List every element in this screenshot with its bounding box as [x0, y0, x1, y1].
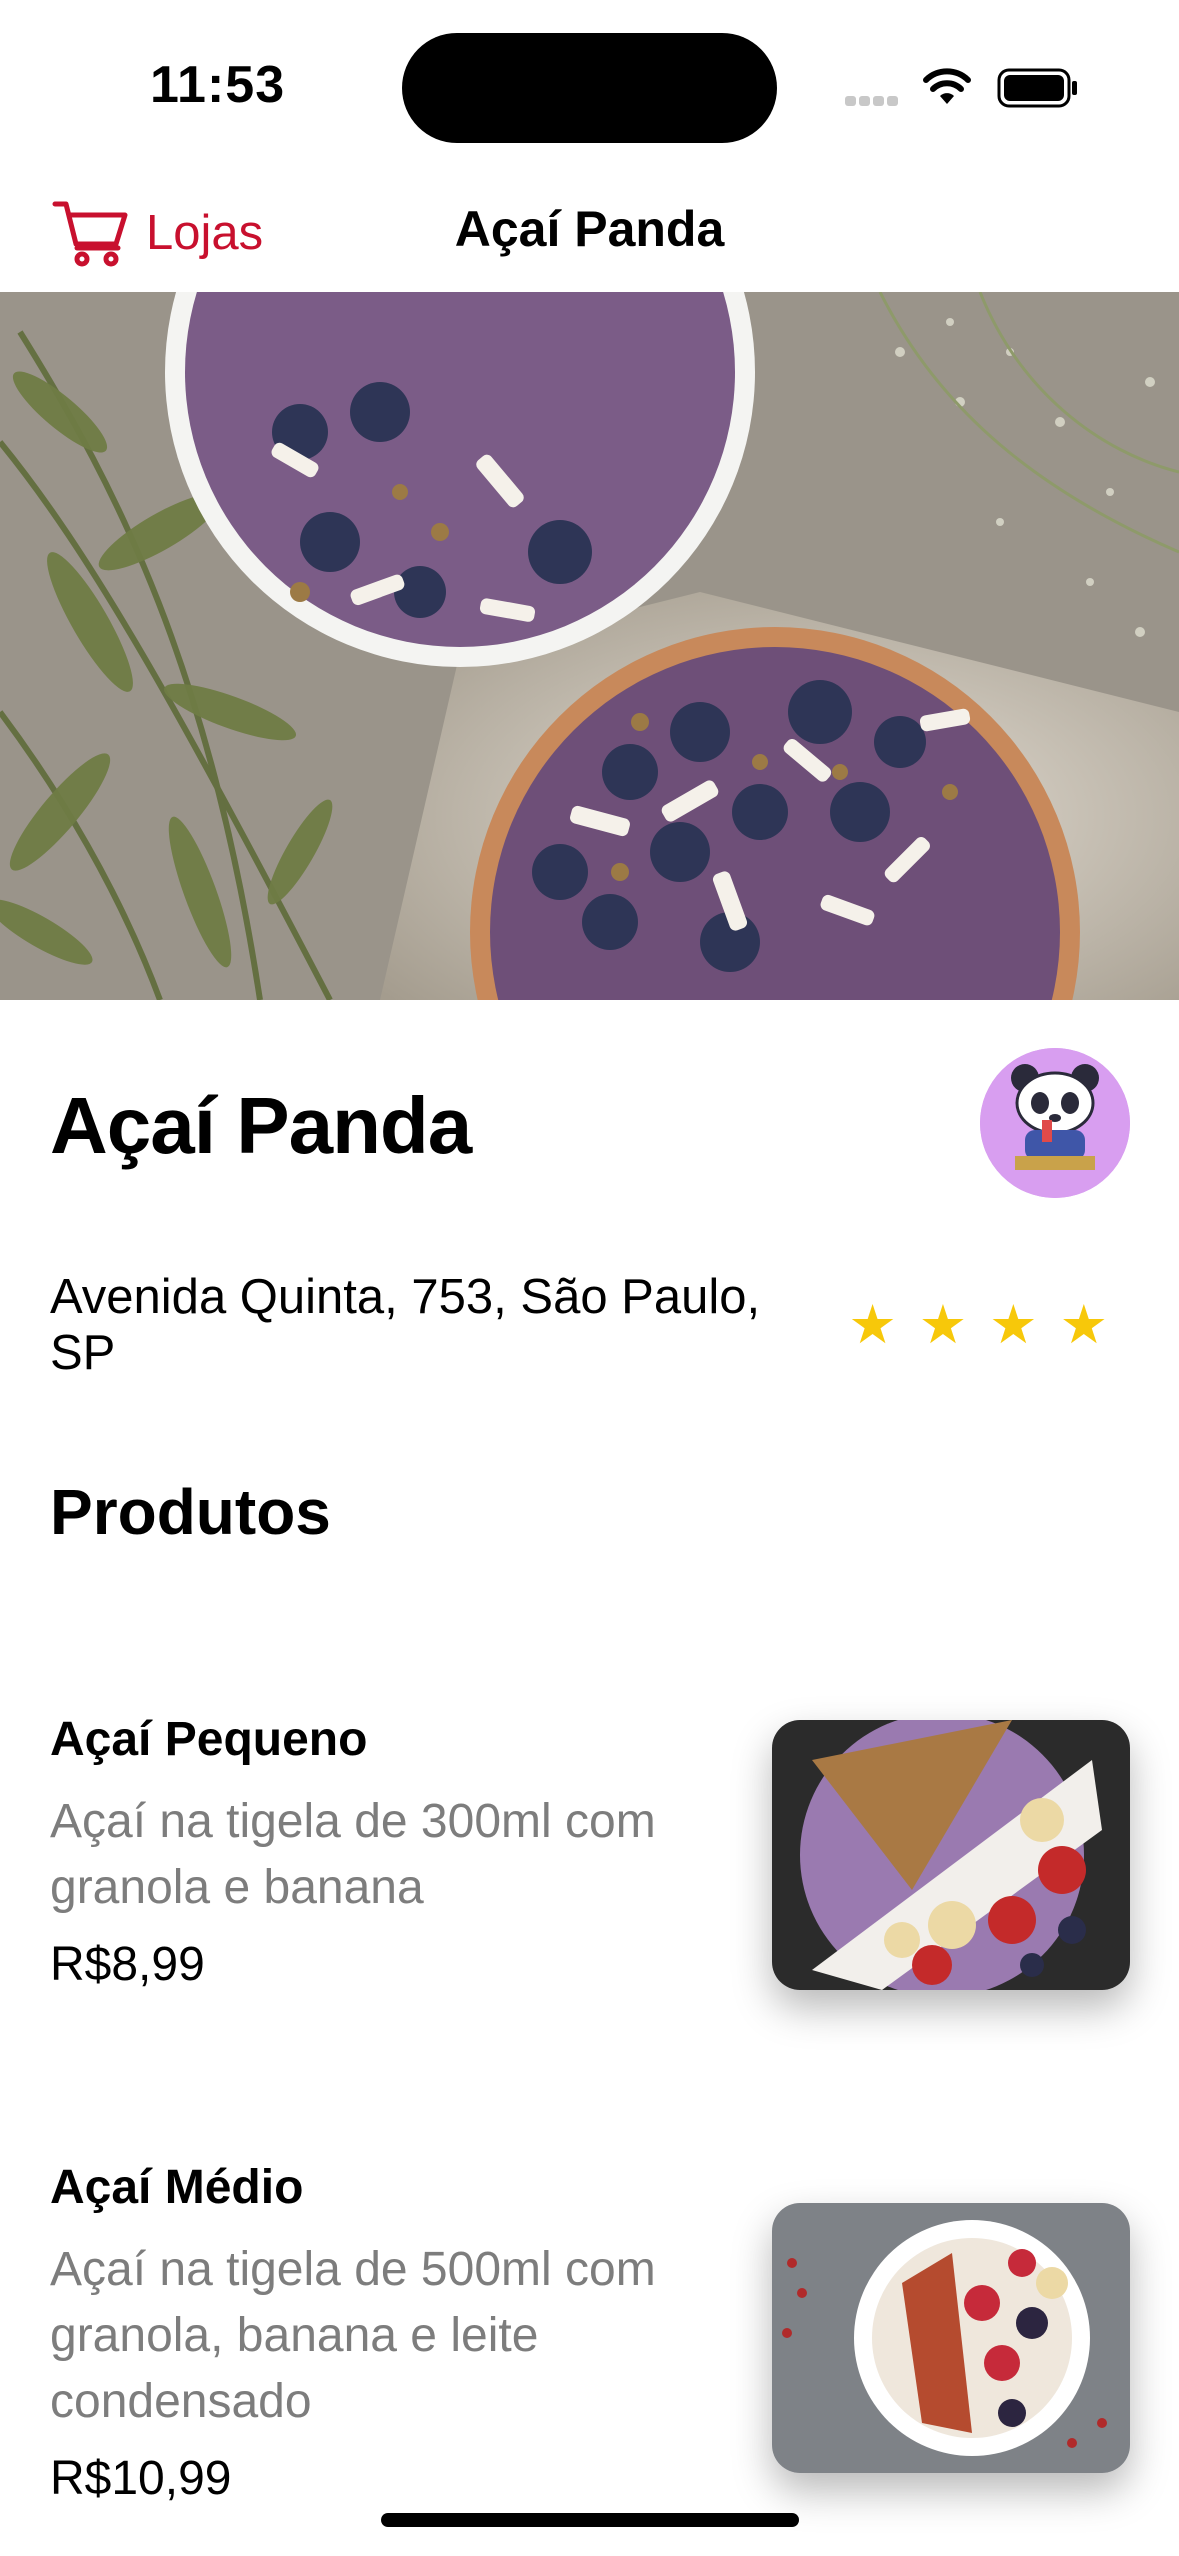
back-label: Lojas — [146, 206, 264, 260]
store-address: Avenida Quinta, 753, São Paulo, SP — [50, 1270, 761, 1380]
products-section-title: Produtos — [50, 1476, 331, 1548]
cellular-signal-icon — [845, 93, 901, 111]
status-bar: 11:53 — [0, 0, 1179, 170]
star-icon: ★ — [989, 1295, 1038, 1355]
star-icon: ★ — [918, 1295, 968, 1355]
store-address-row: Avenida Quinta, 753, São Paulo, SP ★ ★ ★… — [50, 1270, 1130, 1380]
product-item[interactable]: Açaí Médio Açaí na tigela de 500ml com g… — [50, 2160, 1130, 2506]
product-image — [772, 2203, 1130, 2473]
wifi-icon — [923, 68, 971, 104]
home-indicator[interactable] — [381, 2513, 799, 2527]
cart-icon — [52, 201, 128, 267]
store-name: Açaí Panda — [50, 1081, 472, 1170]
navigation-bar: Açaí Panda Lojas — [0, 170, 1179, 292]
store-rating: ★ ★ ★ ★ — [848, 1298, 1130, 1352]
battery-icon — [997, 68, 1077, 108]
star-icon: ★ — [848, 1295, 897, 1355]
store-header: Açaí Panda — [50, 1048, 1130, 1198]
store-logo-avatar[interactable] — [980, 1048, 1130, 1198]
panda-logo-icon — [980, 1048, 1130, 1198]
product-image — [772, 1720, 1130, 1990]
product-description: Açaí na tigela de 300ml com granola e ba… — [50, 1795, 656, 1914]
status-time: 11:53 — [150, 56, 286, 114]
dynamic-island — [402, 33, 777, 143]
product-description: Açaí na tigela de 500ml com granola, ban… — [50, 2243, 656, 2428]
store-cover-image — [0, 292, 1179, 1000]
star-icon: ★ — [1059, 1295, 1108, 1355]
back-to-stores-button[interactable]: Lojas — [52, 188, 263, 278]
product-item[interactable]: Açaí Pequeno Açaí na tigela de 300ml com… — [50, 1712, 1130, 1992]
